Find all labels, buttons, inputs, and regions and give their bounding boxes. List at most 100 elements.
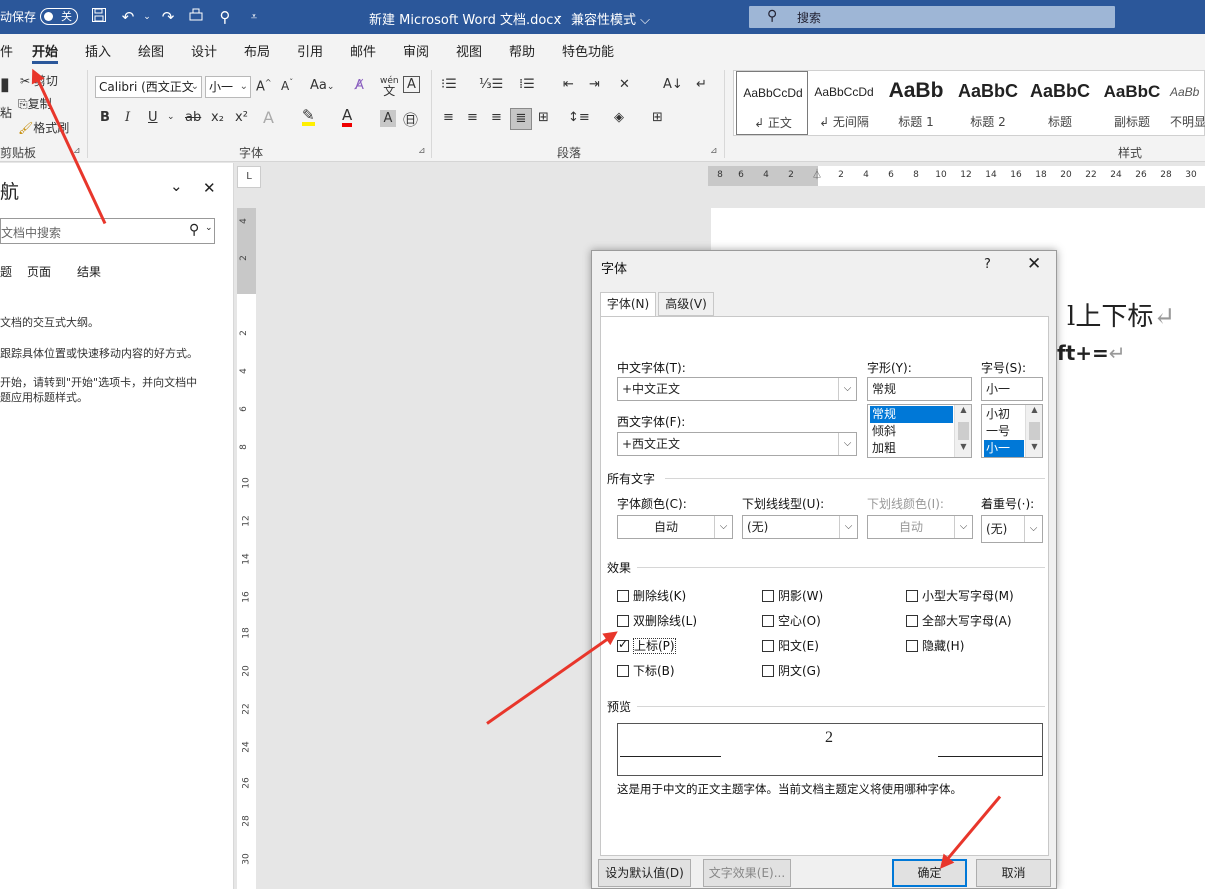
font-color-icon[interactable]: A — [342, 108, 353, 127]
scrollbar[interactable]: ▲ ▼ — [954, 405, 971, 457]
paragraph-launcher-icon[interactable]: ⊿ — [710, 146, 718, 156]
clear-formatting-icon[interactable]: A̸ — [355, 78, 364, 93]
bold-button[interactable]: B — [100, 110, 110, 125]
search-box[interactable]: ⚲ 搜索 — [749, 6, 1115, 28]
double-strikethrough-checkbox[interactable]: 双删除线(L) — [617, 612, 697, 629]
scroll-thumb[interactable] — [1029, 422, 1040, 440]
list-item[interactable]: 常规 — [870, 406, 953, 423]
list-item[interactable]: 小初 — [984, 406, 1010, 423]
phonetic-guide-button[interactable]: wén 文 — [380, 76, 399, 98]
italic-button[interactable]: I — [125, 110, 130, 125]
emphasis-mark-combo[interactable]: (无) ⌵ — [981, 515, 1043, 543]
indent-marker-icon[interactable]: ⏃ — [812, 166, 822, 181]
scroll-up-icon[interactable]: ▲ — [1026, 405, 1042, 420]
style-subtitle[interactable]: AaBbC 副标题 — [1096, 71, 1168, 135]
distributed-icon[interactable]: ⊞ — [538, 110, 549, 125]
scroll-thumb[interactable] — [958, 422, 969, 440]
scroll-down-icon[interactable]: ▼ — [1026, 442, 1042, 457]
tab-file[interactable]: 件 — [0, 41, 13, 60]
checkbox[interactable] — [617, 615, 629, 627]
underline-type-combo[interactable]: (无) ⌵ — [742, 515, 858, 539]
shrink-font-icon[interactable]: Aˇ — [281, 78, 293, 93]
outline-checkbox[interactable]: 空心(O) — [762, 612, 821, 629]
style-title[interactable]: AaBbC 标题 — [1024, 71, 1096, 135]
hidden-checkbox[interactable]: 隐藏(H) — [906, 637, 964, 654]
subscript-button[interactable]: x₂ — [211, 110, 224, 125]
grow-font-icon[interactable]: A^ — [256, 78, 272, 94]
checkbox[interactable] — [762, 640, 774, 652]
text-effects-button[interactable]: 文字效果(E)... — [703, 859, 791, 887]
superscript-button[interactable]: x² — [235, 110, 248, 125]
tab-advanced[interactable]: 高级(V) — [658, 292, 714, 316]
subscript-checkbox[interactable]: 下标(B) — [617, 662, 675, 679]
tab-references[interactable]: 引用 — [297, 41, 323, 60]
redo-icon[interactable]: ↷ — [158, 7, 178, 27]
checkbox[interactable] — [762, 615, 774, 627]
style-no-spacing[interactable]: AaBbCcDd ↲ 无间隔 — [808, 71, 880, 135]
autosave-toggle[interactable]: 关 — [40, 8, 78, 25]
tab-layout[interactable]: 布局 — [244, 41, 270, 60]
character-shading-icon[interactable]: A — [380, 110, 396, 127]
undo-icon[interactable]: ↶ — [118, 7, 138, 27]
scroll-up-icon[interactable]: ▲ — [955, 405, 971, 420]
numbering-icon[interactable]: ⅓☰ — [479, 77, 503, 92]
font-style-input[interactable]: 常规 — [867, 377, 972, 401]
borders-icon[interactable]: ⊞ — [652, 110, 663, 125]
style-normal[interactable]: AaBbCcDd ↲ 正文 — [736, 71, 808, 135]
find-icon[interactable]: ⚲ — [215, 7, 235, 27]
increase-indent-icon[interactable]: ⇥ — [589, 77, 600, 92]
decrease-indent-icon[interactable]: ⇤ — [563, 77, 574, 92]
ok-button[interactable]: 确定 — [892, 859, 967, 887]
tab-font[interactable]: 字体(N) — [600, 292, 656, 317]
bullets-icon[interactable]: ⁝☰ — [441, 77, 457, 92]
tab-help[interactable]: 帮助 — [509, 41, 535, 60]
nav-tab-results[interactable]: 结果 — [77, 263, 101, 280]
list-item[interactable]: 一号 — [984, 423, 1010, 440]
text-effects-icon[interactable]: A — [263, 108, 274, 127]
checkbox[interactable] — [762, 590, 774, 602]
font-launcher-icon[interactable]: ⊿ — [418, 146, 426, 156]
nav-search-input[interactable]: 文档中搜索 ⚲ ⌄ — [0, 218, 215, 244]
nav-tab-pages[interactable]: 页面 — [27, 263, 51, 280]
font-size-combo[interactable]: 小一 ⌄ — [205, 76, 251, 98]
nav-tab-headings[interactable]: 题 — [0, 263, 12, 280]
touch-mode-icon[interactable] — [186, 7, 206, 27]
tab-mailings[interactable]: 邮件 — [350, 41, 376, 60]
font-style-list[interactable]: 常规 倾斜 加粗 ▲ ▼ — [867, 404, 972, 458]
engrave-checkbox[interactable]: 阴文(G) — [762, 662, 821, 679]
align-right-icon[interactable]: ≡ — [491, 110, 502, 125]
all-caps-checkbox[interactable]: 全部大写字母(A) — [906, 612, 1012, 629]
set-default-button[interactable]: 设为默认值(D) — [598, 859, 691, 887]
style-heading-1[interactable]: AaBb 标题 1 — [880, 71, 952, 135]
checkbox[interactable]: ✓ — [617, 637, 629, 652]
underline-button[interactable]: U — [148, 110, 158, 125]
compat-mode-label[interactable]: 兼容性模式 ⌵ — [571, 9, 650, 28]
tab-selector[interactable]: L — [237, 166, 261, 188]
sort-icon[interactable]: A↓ — [663, 77, 683, 92]
checkbox[interactable] — [617, 665, 629, 677]
enclose-characters-icon[interactable]: ㊐ — [403, 109, 418, 130]
checkbox[interactable] — [906, 615, 918, 627]
checkbox[interactable] — [906, 590, 918, 602]
paste-label[interactable]: 粘 — [0, 104, 12, 121]
shadow-checkbox[interactable]: 阴影(W) — [762, 587, 823, 604]
close-icon[interactable]: ✕ — [203, 179, 216, 197]
tab-insert[interactable]: 插入 — [85, 41, 111, 60]
tab-design[interactable]: 设计 — [191, 41, 217, 60]
tab-home[interactable]: 开始 — [32, 41, 58, 60]
align-center-icon[interactable]: ≡ — [467, 110, 478, 125]
asian-layout-icon[interactable]: ✕ — [619, 77, 630, 92]
paste-icon[interactable]: ▮ — [0, 74, 10, 95]
justify-icon[interactable]: ≣ — [510, 108, 532, 130]
character-border-icon[interactable]: A — [403, 76, 420, 93]
undo-dropdown-icon[interactable]: ⌄ — [137, 7, 157, 27]
checkbox[interactable] — [906, 640, 918, 652]
multilevel-list-icon[interactable]: ⁞☰ — [519, 77, 535, 92]
save-icon[interactable] — [89, 7, 109, 27]
west-font-combo[interactable]: +西文正文 ⌵ — [617, 432, 857, 456]
cancel-button[interactable]: 取消 — [976, 859, 1051, 887]
style-heading-2[interactable]: AaBbC 标题 2 — [952, 71, 1024, 135]
close-button[interactable]: ✕ — [1027, 254, 1041, 274]
small-caps-checkbox[interactable]: 小型大写字母(M) — [906, 587, 1014, 604]
change-case-button[interactable]: Aa⌄ — [310, 78, 334, 93]
